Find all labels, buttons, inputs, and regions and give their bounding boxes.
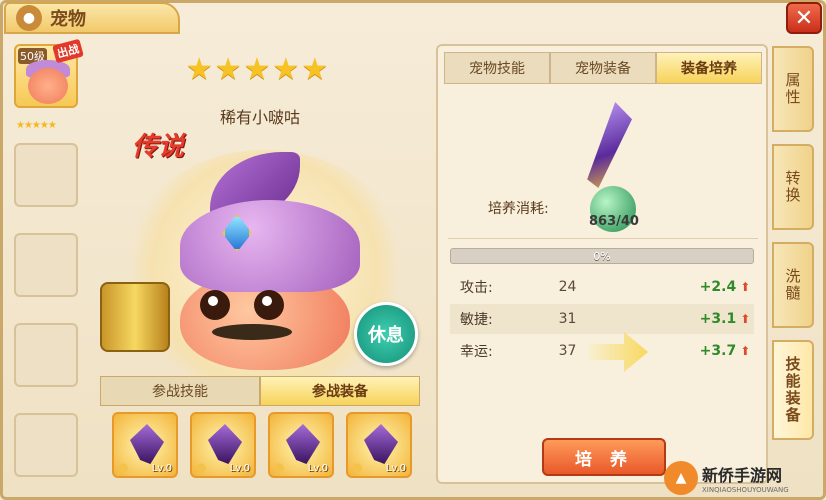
pet-slot-list: 50级 出战 ★★★★★ [14, 38, 84, 500]
pet-slot-empty[interactable] [14, 233, 78, 297]
cost-value: 863/40 [589, 214, 639, 229]
training-progress-bar: 0% [450, 248, 754, 264]
equipment-icon [130, 424, 164, 464]
pet-slot-empty[interactable] [14, 413, 78, 477]
tab-battle-equipment[interactable]: 参战装备 [260, 376, 420, 406]
pet-slot-empty[interactable] [14, 323, 78, 387]
equipment-row: ● Lv.0 ● Lv.0 ● Lv.0 ● Lv.0 [112, 412, 422, 484]
train-button[interactable]: 培 养 [542, 438, 666, 476]
golden-mug [100, 282, 170, 352]
window-title-tab: ● 宠物 [4, 2, 180, 34]
stat-row-agility: 敏捷: 31 +3.1 ⬆ [450, 304, 754, 334]
stat-gain: +3.1 [699, 311, 737, 327]
watermark-subtext: XINQIAOSHOUYOUWANG [702, 486, 789, 494]
paw-icon: ● [196, 460, 207, 474]
selected-equipment-icon [587, 102, 632, 188]
pet-mustache [212, 324, 292, 340]
stat-row-attack: 攻击: 24 +2.4 ⬆ [450, 272, 754, 302]
pet-stars: ★★★★★ [185, 52, 331, 87]
side-tab-convert[interactable]: 转换 [772, 144, 814, 230]
equipment-slot[interactable]: ● Lv.0 [190, 412, 256, 478]
equipment-icon [286, 424, 320, 464]
equipment-slot[interactable]: ● Lv.0 [268, 412, 334, 478]
tab-pet-skills[interactable]: 宠物技能 [444, 52, 550, 84]
equipment-level: Lv.0 [385, 463, 406, 474]
tab-pet-equipment[interactable]: 宠物装备 [550, 52, 656, 84]
pet-name: 稀有小啵咕 [219, 108, 300, 127]
pet-slot-active[interactable]: 50级 出战 [14, 38, 84, 108]
equipment-level: Lv.0 [229, 463, 250, 474]
pet-turban [180, 200, 360, 292]
paw-icon: ● [352, 460, 363, 474]
pet-eye-right [254, 290, 284, 320]
equipment-training-panel: 宠物技能 宠物装备 装备培养 培养消耗: 863/40 0% 攻击: 24 +2… [436, 44, 768, 484]
rarity-label: 传说 [132, 132, 185, 162]
paw-icon: ● [118, 460, 129, 474]
stat-gain: +3.7 [699, 343, 737, 359]
rest-button[interactable]: 休息 [354, 302, 418, 366]
paw-icon: ● [274, 460, 285, 474]
stat-name: 幸运: [460, 344, 493, 360]
stat-name: 攻击: [460, 280, 493, 296]
equipment-slot[interactable]: ● Lv.0 [112, 412, 178, 478]
tab-equipment-training[interactable]: 装备培养 [656, 52, 762, 84]
close-button[interactable]: ✕ [786, 2, 822, 34]
lower-tabs: 参战技能 参战装备 [100, 376, 420, 406]
right-panel-tabs: 宠物技能 宠物装备 装备培养 [444, 52, 762, 84]
equipment-icon [208, 424, 242, 464]
stat-value: 31 [558, 311, 577, 327]
side-tab-skill-equipment[interactable]: 技能装备 [772, 340, 814, 440]
stat-gain: +2.4 [699, 279, 737, 295]
cost-label: 培养消耗: [488, 201, 549, 217]
watermark-logo-icon: ▲ [664, 461, 698, 495]
window-title: 宠物 [50, 9, 86, 30]
side-tab-attributes[interactable]: 属性 [772, 46, 814, 132]
up-arrow-icon: ⬆ [740, 312, 751, 326]
stat-value: 24 [558, 279, 577, 295]
up-arrow-icon: ⬆ [740, 344, 751, 358]
pet-avatar [28, 68, 68, 104]
watermark: ▲ 新侨手游网 XINQIAOSHOUYOUWANG [664, 458, 824, 498]
divider [448, 238, 758, 239]
pet-slot-empty[interactable] [14, 143, 78, 207]
pet-slot-stars: ★★★★★ [16, 120, 57, 131]
watermark-text: 新侨手游网 [702, 466, 783, 485]
equipment-level: Lv.0 [307, 463, 328, 474]
equipment-level: Lv.0 [151, 463, 172, 474]
equipment-slot[interactable]: ● Lv.0 [346, 412, 412, 478]
stat-name: 敏捷: [460, 312, 493, 328]
up-arrow-icon: ⬆ [740, 280, 751, 294]
tab-battle-skills[interactable]: 参战技能 [100, 376, 260, 406]
pet-eye-left [200, 290, 230, 320]
side-tab-refine[interactable]: 洗髓 [772, 242, 814, 328]
side-tabs: 属性 转换 洗髓 技能装备 [772, 46, 816, 452]
equipment-icon [364, 424, 398, 464]
paw-icon: ● [16, 5, 42, 31]
progress-text: 0% [593, 249, 611, 263]
